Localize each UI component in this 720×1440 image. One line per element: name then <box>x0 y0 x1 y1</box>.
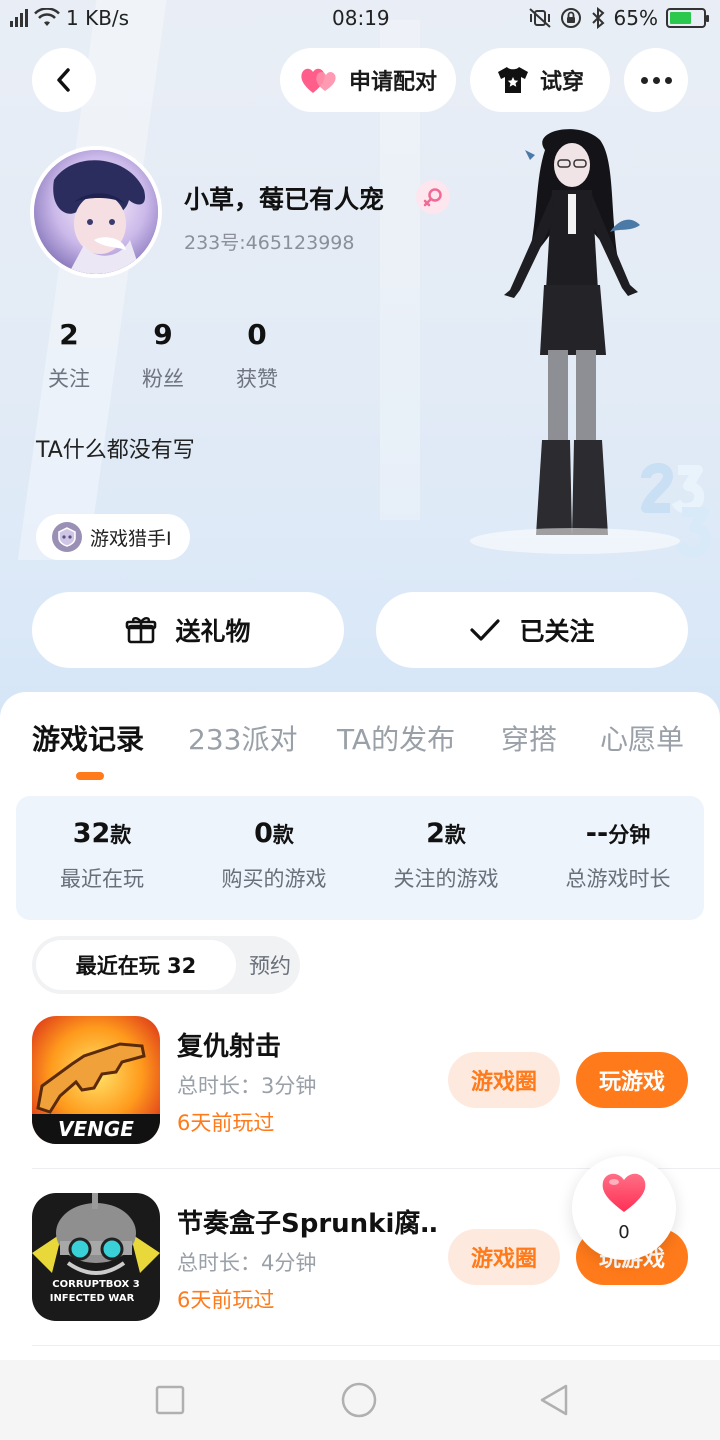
female-icon <box>416 180 450 214</box>
stat-fans[interactable]: 9 粉丝 <box>118 318 208 393</box>
username: 小草，莓已有人宠 <box>184 185 385 214</box>
tab-wishlist[interactable]: 心愿单 <box>600 718 684 758</box>
back-arrow-icon <box>57 68 70 92</box>
try-on-button[interactable]: 试穿 <box>470 48 610 112</box>
followed-button[interactable]: 已关注 <box>376 592 688 668</box>
summary-label: 总游戏时长 <box>565 867 671 891</box>
signal-icon <box>10 9 28 27</box>
brand-233-decoration <box>641 463 711 557</box>
tab-game-records[interactable]: 游戏记录 <box>32 718 144 758</box>
network-speed: 1 KB/s <box>66 6 130 30</box>
tab-outfits[interactable]: 穿搭 <box>501 718 557 758</box>
lock-rotation-icon <box>560 8 581 28</box>
battery-percent: 65% <box>613 6 658 30</box>
summary-value: -- <box>585 818 609 849</box>
summary-unit: 款 <box>272 823 294 847</box>
stat-label: 粉丝 <box>142 367 184 391</box>
user-id: 233号:465123998 <box>184 232 355 254</box>
double-heart-icon <box>301 68 336 93</box>
venge-logo-text: VENGE <box>58 1117 134 1141</box>
summary-unit: 分钟 <box>608 823 651 847</box>
match-label: 申请配对 <box>348 70 437 95</box>
summary-recent[interactable]: 32款 最近在玩 <box>16 818 188 893</box>
game-icon-sprunki[interactable]: CORRUPTBOX 3 INFECTED WAR <box>32 1193 160 1321</box>
home-icon[interactable] <box>340 1381 378 1419</box>
game-title: 节奏盒子Sprunki腐… <box>177 1209 437 1239</box>
clock: 08:19 <box>332 6 390 30</box>
summary-value: 32 <box>72 818 111 849</box>
recent-apps-icon[interactable] <box>154 1384 186 1416</box>
stat-likes[interactable]: 0 获赞 <box>212 318 302 393</box>
hunter-badge-icon <box>52 522 82 552</box>
summary-followed[interactable]: 2款 关注的游戏 <box>360 818 532 893</box>
stat-following[interactable]: 2 关注 <box>24 318 114 393</box>
achievement-badge[interactable]: 游戏猎手I <box>36 514 190 560</box>
summary-unit: 款 <box>110 823 132 847</box>
try-on-label: 试穿 <box>539 70 584 95</box>
summary-unit: 款 <box>444 823 466 847</box>
stat-label: 关注 <box>48 367 90 391</box>
stat-value: 2 <box>59 318 79 351</box>
summary-value: 0 <box>254 818 273 849</box>
game-icon-venge[interactable]: VENGE <box>32 1016 160 1144</box>
bluetooth-icon <box>591 7 605 29</box>
stat-value: 9 <box>153 318 173 351</box>
send-gift-button[interactable]: 送礼物 <box>32 592 344 668</box>
game-last-played: 6天前玩过 <box>177 1111 275 1135</box>
segment-reserve[interactable]: 预约 <box>244 940 296 990</box>
summary-label: 最近在玩 <box>60 867 144 891</box>
segment-recent[interactable]: 最近在玩 32 <box>36 940 236 990</box>
avatar-3d-character <box>504 129 640 535</box>
play-game-button[interactable]: 玩游戏 <box>576 1052 688 1108</box>
summary-purchased[interactable]: 0款 购买的游戏 <box>188 818 360 893</box>
follow-label: 已关注 <box>519 617 595 646</box>
bio-text: TA什么都没有写 <box>36 438 195 463</box>
gift-label: 送礼物 <box>175 617 251 646</box>
more-button[interactable] <box>624 48 688 112</box>
battery-icon <box>666 8 709 28</box>
tab-ta-posts[interactable]: TA的发布 <box>337 718 455 758</box>
back-nav-icon[interactable] <box>536 1382 572 1418</box>
gift-icon <box>126 617 157 644</box>
badge-label: 游戏猎手I <box>90 527 172 550</box>
infected-war-logo-text: INFECTED WAR <box>50 1293 135 1304</box>
game-duration: 总时长：3分钟 <box>177 1074 317 1098</box>
game-duration: 总时长：4分钟 <box>177 1251 317 1275</box>
more-dots-icon <box>640 76 672 84</box>
game-last-played: 6天前玩过 <box>177 1288 275 1312</box>
summary-total-time[interactable]: --分钟 总游戏时长 <box>532 818 704 893</box>
system-nav-bar <box>0 1360 720 1440</box>
status-bar: 1 KB/s 08:19 65% <box>0 0 720 38</box>
tshirt-icon <box>497 67 528 93</box>
like-floating-button[interactable]: 0 <box>572 1156 676 1260</box>
tab-233-party[interactable]: 233派对 <box>188 718 297 758</box>
game-circle-button[interactable]: 游戏圈 <box>448 1052 560 1108</box>
summary-value: 2 <box>426 818 445 849</box>
vibrate-icon <box>528 8 551 28</box>
game-filter-segment: 最近在玩 32 预约 <box>32 936 300 994</box>
game-summary-card: 32款 最近在玩 0款 购买的游戏 2款 关注的游戏 --分钟 总游戏时长 <box>16 796 704 920</box>
summary-label: 关注的游戏 <box>393 867 499 891</box>
back-button[interactable] <box>32 48 96 112</box>
corruptbox-logo-text: CORRUPTBOX 3 <box>52 1279 139 1290</box>
stat-value: 0 <box>247 318 267 351</box>
wifi-icon <box>34 8 60 26</box>
avatar[interactable] <box>30 146 162 278</box>
match-button[interactable]: 申请配对 <box>280 48 456 112</box>
heart-icon <box>602 1173 646 1212</box>
summary-label: 购买的游戏 <box>221 867 327 891</box>
tab-indicator <box>76 772 104 780</box>
stat-label: 获赞 <box>236 367 278 391</box>
list-divider <box>32 1345 720 1346</box>
game-row[interactable]: VENGE 复仇射击 总时长：3分钟 6天前玩过 游戏圈 玩游戏 <box>32 1016 688 1146</box>
check-icon <box>470 619 501 641</box>
like-count: 0 <box>618 1222 630 1243</box>
game-title: 复仇射击 <box>177 1032 282 1062</box>
game-circle-button[interactable]: 游戏圈 <box>448 1229 560 1285</box>
